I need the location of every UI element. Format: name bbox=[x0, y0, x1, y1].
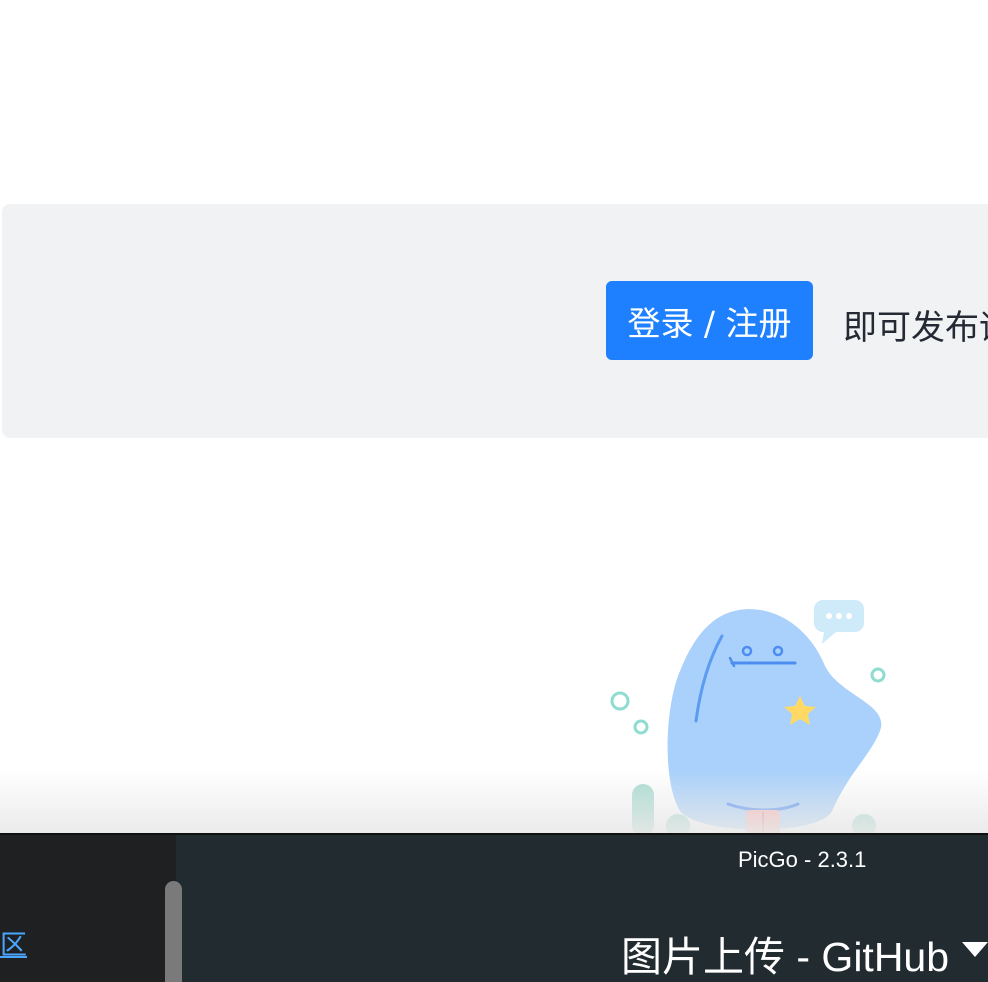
login-prompt-panel bbox=[2, 204, 988, 438]
bubble bbox=[610, 691, 630, 711]
picgo-sidebar: 区 bbox=[0, 835, 176, 982]
bubble bbox=[633, 719, 649, 735]
scrollbar-thumb[interactable] bbox=[165, 881, 182, 982]
login-register-button[interactable]: 登录 / 注册 bbox=[606, 281, 813, 360]
chevron-down-icon[interactable] bbox=[962, 942, 988, 957]
login-hint-text: 即可发布评论！ bbox=[843, 308, 988, 348]
upload-title[interactable]: 图片上传 - GitHub bbox=[621, 923, 949, 982]
bubble bbox=[870, 667, 886, 683]
window-title: PicGo - 2.3.1 bbox=[738, 847, 867, 872]
page-fade bbox=[0, 770, 988, 834]
picgo-window: 区 PicGo - 2.3.1 图片上传 - GitHub bbox=[0, 833, 988, 982]
page: 登录 / 注册 即可发布评论！ 区 bbox=[0, 0, 988, 982]
sidebar-link[interactable]: 区 bbox=[0, 923, 27, 962]
